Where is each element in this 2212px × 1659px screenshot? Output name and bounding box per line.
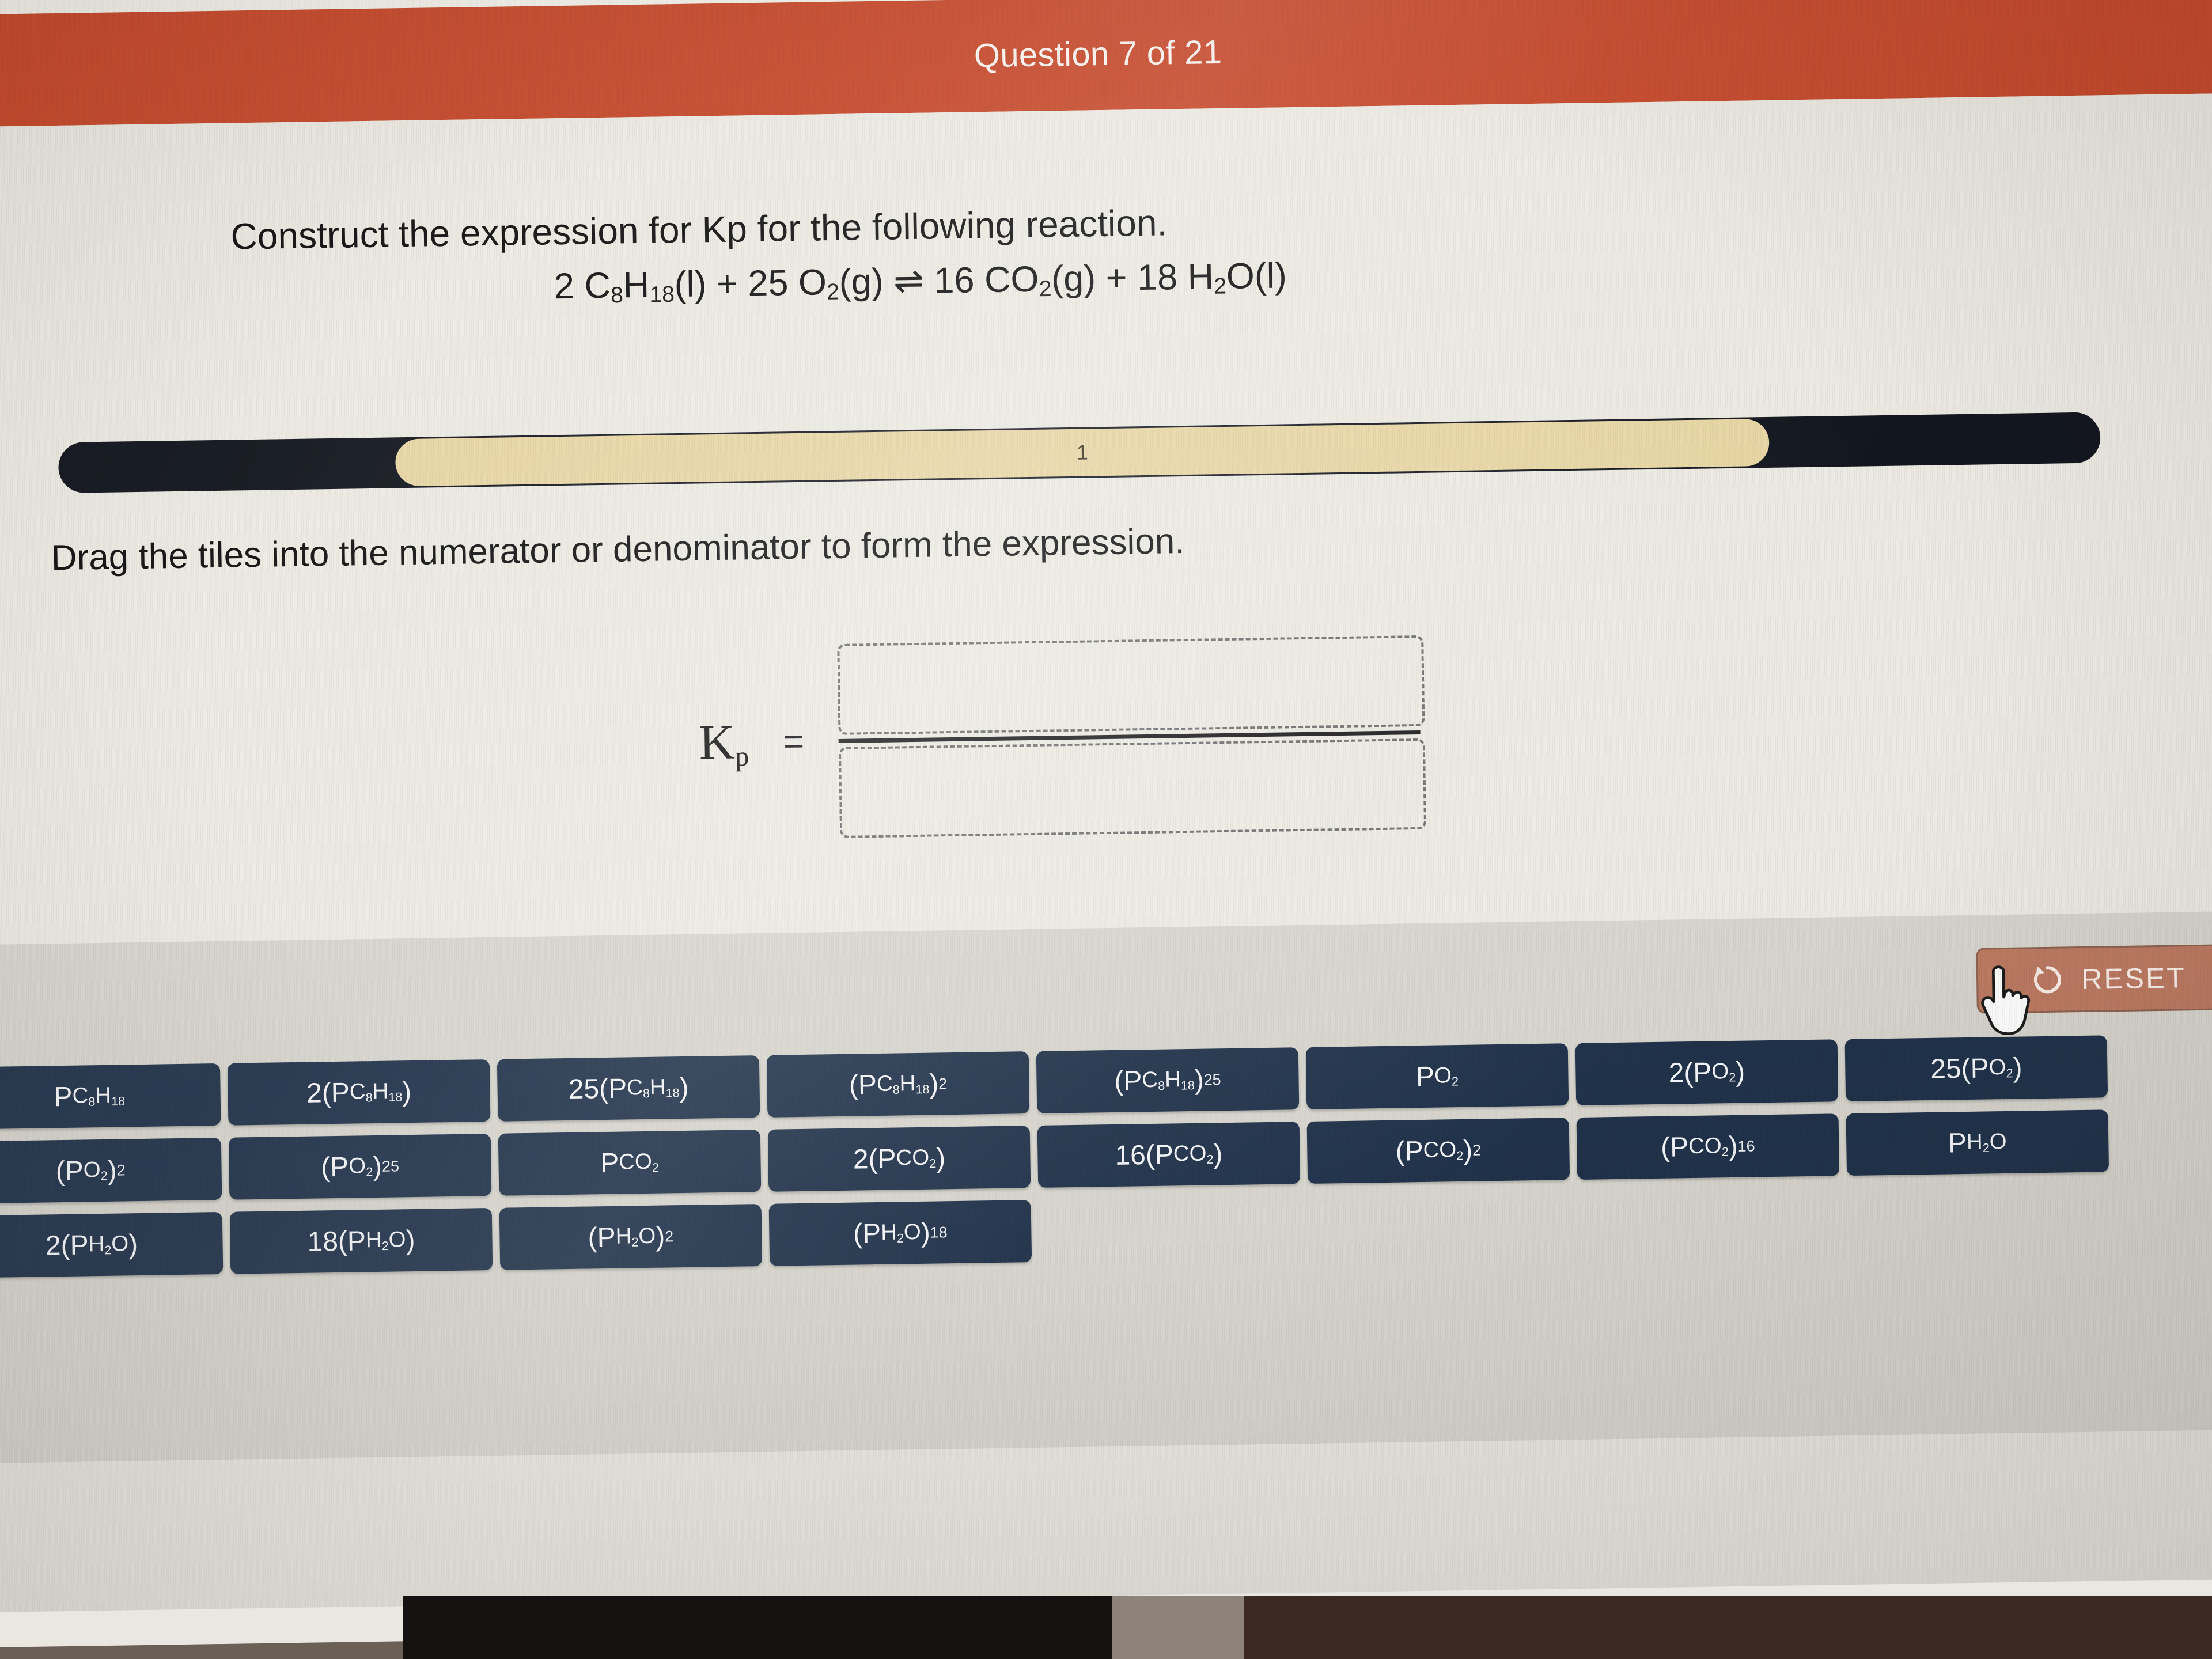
equation-co2-sub: 2 xyxy=(1039,276,1052,302)
tile-p-h2o-pow18[interactable]: (P H2O) 18 xyxy=(768,1200,1032,1266)
tile-2-p-h2o[interactable]: 2(P H2O) xyxy=(0,1211,224,1278)
kp-symbol-subscript: p xyxy=(734,741,749,772)
undo-arrow-icon xyxy=(2034,966,2062,994)
tile-18-p-h2o[interactable]: 18(P H2O) xyxy=(229,1207,493,1274)
reset-label: RESET xyxy=(2081,961,2187,995)
progress-bar-fill: 1 xyxy=(395,418,1770,487)
page-title: Question 7 of 21 xyxy=(974,33,1222,75)
question-body: Construct the expression for Kp for the … xyxy=(0,93,2212,945)
tile-p-o2-pow25[interactable]: (P O2) 25 xyxy=(228,1133,492,1200)
fraction xyxy=(837,635,1427,838)
tile-p-c8h18-squared[interactable]: (P C8H18) 2 xyxy=(766,1051,1030,1118)
progress-bar-track[interactable]: 1 xyxy=(58,412,2101,493)
tile-p-h2o-squared[interactable]: (P H2O) 2 xyxy=(499,1204,763,1270)
kp-expression-builder: Kp = xyxy=(698,635,1427,840)
tile-p-h2o[interactable]: P H2O xyxy=(1846,1109,2109,1176)
question-prompt: Construct the expression for Kp for the … xyxy=(230,202,1168,257)
desk-shadow-band-right xyxy=(1112,1596,2212,1659)
equilibrium-arrow-icon: ⇌ xyxy=(893,260,925,302)
equation-octane-c-sub: 8 xyxy=(610,282,624,308)
desk-gray-object xyxy=(1112,1596,1244,1659)
chemical-equation: 2 C8H18(l) + 25 O2(g) ⇌ 16 CO2(g) + 18 H… xyxy=(554,254,1287,309)
tile-25-p-o2[interactable]: 25(P O2) xyxy=(1844,1035,2108,1102)
progress-bar-label: 1 xyxy=(1076,440,1089,464)
tile-25-p-c8h18[interactable]: 25(P C8H18) xyxy=(497,1055,760,1122)
equation-octane-c: C xyxy=(584,265,611,306)
tile-tray: RESET P C8H18 2(P C8H18) 25(P C8H18) (P C8H1… xyxy=(0,911,2212,1647)
tile-grid: P C8H18 2(P C8H18) 25(P C8H18) (P C8H18) 2 (P… xyxy=(0,1034,2207,1290)
tile-2-p-o2[interactable]: 2(P O2) xyxy=(1575,1039,1839,1106)
tile-p-co2[interactable]: P CO2 xyxy=(498,1130,762,1196)
tile-p-c8h18[interactable]: P C8H18 xyxy=(0,1063,221,1130)
tile-p-c8h18-pow25[interactable]: (P C8H18) 25 xyxy=(1036,1047,1300,1113)
equation-h2o-sub: 2 xyxy=(1214,274,1227,299)
equation-o2-state: (g) xyxy=(839,261,894,302)
photographed-screen: Question 7 of 21 Construct the expressio… xyxy=(0,0,2212,1647)
tile-p-co2-pow16[interactable]: (P CO2) 16 xyxy=(1576,1113,1840,1180)
equation-co2-state: (g) + 18 H xyxy=(1051,256,1214,300)
pointing-hand-cursor xyxy=(1981,965,2031,1036)
tile-p-o2-squared[interactable]: (P O2) 2 xyxy=(0,1137,222,1204)
equation-octane-h-sub: 18 xyxy=(649,282,675,308)
tile-2-p-c8h18[interactable]: 2(P C8H18) xyxy=(227,1059,491,1126)
equation-h2o-state: O(l) xyxy=(1226,255,1287,297)
equation-octane-h: H xyxy=(623,264,650,306)
equation-products: 16 CO xyxy=(923,259,1040,301)
tile-2-p-co2[interactable]: 2(P CO2) xyxy=(767,1126,1031,1192)
kp-symbol-k: K xyxy=(698,714,736,770)
equation-coef-a: 2 xyxy=(554,266,585,307)
reset-button[interactable]: RESET xyxy=(1976,944,2212,1036)
equals-sign: = xyxy=(783,721,805,762)
kp-symbol: Kp xyxy=(699,713,749,773)
tile-16-p-co2[interactable]: 16(P CO2) xyxy=(1037,1122,1301,1188)
equation-octane-state: (l) + 25 O xyxy=(674,262,827,305)
drag-instruction-text: Drag the tiles into the numerator or den… xyxy=(51,521,1185,578)
numerator-dropzone[interactable] xyxy=(837,635,1425,735)
tile-p-o2[interactable]: P O2 xyxy=(1305,1043,1569,1109)
tile-p-co2-squared[interactable]: (P CO2) 2 xyxy=(1306,1118,1570,1184)
denominator-dropzone[interactable] xyxy=(839,738,1427,838)
equation-o2-sub: 2 xyxy=(826,279,840,305)
